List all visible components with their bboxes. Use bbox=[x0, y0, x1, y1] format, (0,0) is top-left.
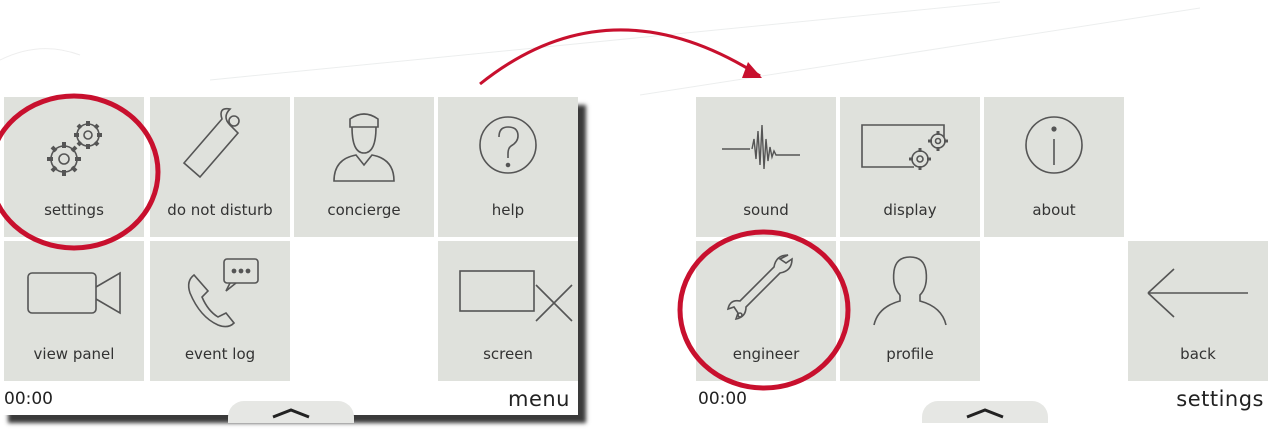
tile-view-panel[interactable]: view panel bbox=[4, 241, 144, 381]
chevron-up-icon bbox=[272, 408, 310, 419]
tile-label: view panel bbox=[33, 345, 115, 363]
tile-label: event log bbox=[184, 345, 256, 363]
clock-time: 00:00 bbox=[698, 389, 747, 409]
tile-back[interactable]: back bbox=[1128, 241, 1268, 381]
tile-engineer[interactable]: engineer bbox=[696, 241, 836, 381]
screen-off-icon bbox=[459, 270, 573, 322]
phone-message-icon bbox=[187, 258, 259, 328]
camera-icon bbox=[27, 271, 121, 315]
clock-time: 00:00 bbox=[4, 389, 53, 409]
navigation-arrow bbox=[479, 28, 761, 86]
tile-do-not-disturb[interactable]: do not disturb bbox=[150, 97, 290, 237]
tile-about[interactable]: about bbox=[984, 97, 1124, 237]
tile-profile[interactable]: profile bbox=[840, 241, 980, 381]
waveform-icon bbox=[722, 124, 800, 170]
gears-icon bbox=[47, 121, 102, 176]
tile-label: display bbox=[883, 201, 937, 219]
pull-up-tab[interactable] bbox=[228, 401, 354, 423]
tile-sound[interactable]: sound bbox=[696, 97, 836, 237]
tile-label: about bbox=[1032, 201, 1076, 219]
tile-label: concierge bbox=[327, 201, 401, 219]
screen-title: menu bbox=[508, 387, 570, 411]
pull-up-tab[interactable] bbox=[922, 401, 1048, 423]
tile-concierge[interactable]: concierge bbox=[294, 97, 434, 237]
tile-label: back bbox=[1180, 345, 1216, 363]
tile-settings[interactable]: settings bbox=[4, 97, 144, 237]
concierge-person-icon bbox=[333, 113, 395, 182]
person-silhouette-icon bbox=[873, 256, 947, 326]
display-gears-icon bbox=[861, 124, 948, 170]
arrow-head-icon bbox=[742, 62, 762, 78]
screen-title: settings bbox=[1176, 387, 1264, 411]
tile-display[interactable]: display bbox=[840, 97, 980, 237]
wrench-icon bbox=[726, 254, 793, 321]
door-hanger-icon bbox=[182, 107, 240, 179]
tile-event-log[interactable]: event log bbox=[150, 241, 290, 381]
back-arrow-icon bbox=[1147, 268, 1248, 318]
settings-screen: sound display about engineer profile bac… bbox=[690, 97, 1272, 423]
menu-screen: settings do not disturb concierge help v… bbox=[0, 97, 578, 423]
info-icon bbox=[1025, 116, 1083, 174]
tile-label: do not disturb bbox=[167, 201, 273, 219]
tile-label: help bbox=[491, 201, 525, 219]
tile-screen[interactable]: screen bbox=[438, 241, 578, 381]
tile-label: settings bbox=[44, 201, 104, 219]
chevron-up-icon bbox=[966, 408, 1004, 419]
tile-label: screen bbox=[483, 345, 533, 363]
tile-label: profile bbox=[886, 345, 934, 363]
tile-label: sound bbox=[743, 201, 789, 219]
question-icon bbox=[479, 116, 537, 174]
tile-label: engineer bbox=[732, 345, 800, 363]
tile-help[interactable]: help bbox=[438, 97, 578, 237]
